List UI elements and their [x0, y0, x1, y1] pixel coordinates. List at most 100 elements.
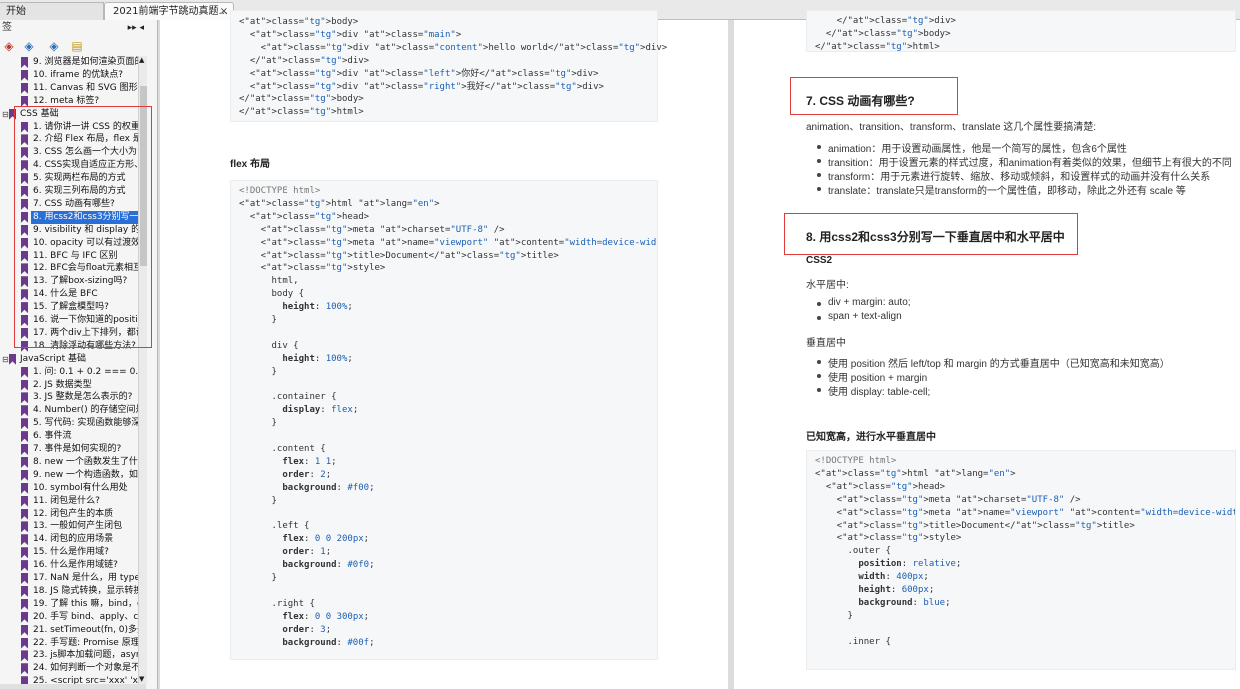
code-line: height: 100%; — [282, 353, 353, 364]
bookmark-label: 21. setTimeout(fn, 0)多久 — [33, 624, 146, 635]
bookmark-item[interactable]: 4. Number() 的存储空间是 — [0, 404, 146, 417]
bookmark-label: 5. 写代码: 实现函数能够深 — [33, 418, 141, 429]
bookmark-page-icon[interactable]: ▤ — [70, 39, 84, 53]
bookmark-icon — [21, 585, 28, 597]
collapse-toggle-icon[interactable]: ⊟ — [2, 353, 9, 366]
code-line: </"at">class="tg">body> — [815, 28, 951, 39]
bookmark-item[interactable]: 12. 闭包产生的本质 — [0, 508, 146, 521]
bookmark-label: 4. Number() 的存储空间是 — [33, 405, 145, 416]
code-line: width: 400px; — [858, 572, 929, 583]
code-line: </"at">class="tg">html> — [239, 107, 364, 118]
code-line: background: #00f; — [282, 637, 375, 648]
code-line: </"at">class="tg">html> — [815, 41, 940, 52]
bookmark-label: 10. symbol有什么用处 — [33, 482, 128, 493]
bookmark-item[interactable]: 10. symbol有什么用处 — [0, 482, 146, 495]
bookmark-label: 19. 了解 this 嘛，bind，ca — [33, 598, 146, 609]
intro-7: animation、transition、transform、translate… — [806, 122, 1097, 133]
bookmark-label: 11. 闭包是什么? — [33, 495, 100, 506]
code-line: <!DOCTYPE html> — [815, 456, 897, 466]
code-line: <"at">class="tg">style> — [239, 263, 386, 274]
code-line: .right { — [239, 598, 315, 609]
vcenter-label: 垂直居中 — [806, 338, 846, 349]
code-line: <"at">class="tg">title>Document</"at">cl… — [239, 250, 559, 261]
code-line: <"at">class="tg">meta "at">charset="UTF-… — [815, 494, 1081, 505]
tab-home[interactable]: 开始 — [0, 2, 104, 20]
code-line: <"at">class="tg">div "at">class="left">你… — [239, 68, 599, 79]
code-line: <"at">class="tg">title>Document</"at">cl… — [815, 520, 1135, 531]
code-line: <"at">class="tg">meta "at">name="viewpor… — [815, 507, 1235, 518]
bookmark-item[interactable]: 21. setTimeout(fn, 0)多久 — [0, 624, 146, 637]
bookmarks-header: 签 ▸▸ ◂ — [0, 20, 158, 37]
scroll-down-icon[interactable]: ▼ — [139, 675, 144, 684]
bookmarks-toolbar: ◈ ◈ ◈ ▤ — [0, 38, 158, 56]
collapse-toggle-icon[interactable]: ⊟ — [2, 108, 9, 121]
bookmark-icon — [21, 573, 28, 584]
scroll-up-icon[interactable]: ▲ — [139, 56, 144, 65]
code-line: div { — [239, 340, 299, 351]
bookmark-icon — [21, 366, 28, 378]
code-line: <"at">class="tg">html "at">lang="en"> — [815, 468, 1016, 479]
bookmark-item[interactable]: 24. 如何判断一个对象是不 — [0, 662, 146, 675]
code-line: } — [239, 315, 277, 325]
bookmark-item[interactable]: 17. NaN 是什么，用 typeo — [0, 572, 146, 585]
bookmark-label: 1. 问: 0.1 + 0.2 === 0.3 — [33, 366, 144, 377]
bookmark-item[interactable]: 5. 写代码: 实现函数能够深 — [0, 417, 146, 430]
bookmark-item[interactable]: 23. js脚本加载问题，async — [0, 649, 146, 662]
bookmark-item[interactable]: 8. new 一个函数发生了什 — [0, 456, 146, 469]
code-line: <"at">class="tg">div "at">class="right">… — [239, 81, 604, 92]
code-line: <"at">class="tg">style> — [815, 533, 962, 544]
bookmark-item[interactable]: 10. iframe 的优缺点? — [0, 69, 146, 82]
bookmark-item[interactable]: 1. 问: 0.1 + 0.2 === 0.3 — [0, 366, 146, 379]
bookmark-item[interactable]: 14. 闭包的应用场景 — [0, 533, 146, 546]
bookmark-icon — [21, 482, 28, 494]
bookmark-item[interactable]: 11. Canvas 和 SVG 图形的 — [0, 82, 146, 95]
code-line: display: flex; — [282, 405, 359, 416]
bookmark-item[interactable]: 16. 什么是作用域链? — [0, 559, 146, 572]
bookmark-icon — [9, 353, 16, 365]
bookmark-icon — [21, 469, 28, 481]
code-block-center: <!DOCTYPE html> <"at">class="tg">html "at… — [806, 450, 1236, 670]
bookmark-item[interactable]: 3. JS 整数是怎么表示的? — [0, 391, 146, 404]
bookmark-item[interactable]: 13. 一般如何产生闭包 — [0, 520, 146, 533]
bookmark-item[interactable]: 9. 浏览器是如何渲染页面的 — [0, 56, 146, 69]
bookmark-item[interactable]: 9. new 一个构造函数，如 — [0, 469, 146, 482]
tab-document-label: 2021前端字节跳动真题... — [113, 6, 228, 17]
bookmark-label: 10. iframe 的优缺点? — [33, 69, 124, 80]
bookmark-label: 23. js脚本加载问题，async — [33, 650, 146, 661]
bookmark-goto-icon[interactable]: ◈ — [47, 39, 61, 53]
document-page-right: </"at">class="tg">div> </"at">class="tg"… — [734, 10, 1240, 689]
bookmark-item[interactable]: 2. JS 数据类型 — [0, 379, 146, 392]
bookmark-item[interactable]: 22. 手写题: Promise 原理 — [0, 637, 146, 650]
panel-collapse-icon[interactable]: ▸▸ ◂ — [128, 20, 144, 36]
bookmark-icon — [21, 57, 28, 68]
code-line: <"at">class="tg">meta "at">name="viewpor… — [239, 237, 657, 248]
bookmark-item[interactable]: 19. 了解 this 嘛，bind，ca — [0, 598, 146, 611]
code-line: background: #0f0; — [282, 560, 375, 571]
code-line: background: #f00; — [282, 482, 375, 493]
close-icon[interactable]: × — [220, 3, 228, 20]
bookmark-item[interactable]: 18. JS 隐式转换，显示转换 — [0, 585, 146, 598]
bookmark-item[interactable]: 20. 手写 bind、apply、call — [0, 611, 146, 624]
list-item: 使用 position + margin — [814, 369, 927, 384]
bookmark-item[interactable]: 15. 什么是作用域? — [0, 546, 146, 559]
bookmark-expand-icon[interactable]: ◈ — [2, 39, 16, 53]
code-line: height: 600px; — [858, 585, 935, 595]
bookmark-item[interactable]: 6. 事件流 — [0, 430, 146, 443]
bookmark-label: 16. 什么是作用域链? — [33, 560, 118, 571]
bookmark-add-icon[interactable]: ◈ — [22, 39, 36, 53]
code-line: order: 1; — [282, 547, 332, 558]
section-heading-8: 8. 用css2和css3分别写一下垂直居中和水平居中 — [806, 230, 1065, 244]
bookmark-icon — [21, 444, 28, 455]
bookmark-label: 2. JS 数据类型 — [33, 379, 92, 390]
flex-heading: flex 布局 — [230, 159, 271, 170]
horizontal-scrollbar[interactable] — [0, 684, 146, 689]
code-line: order: 3; — [282, 624, 332, 635]
bookmark-item[interactable]: 7. 事件是如何实现的? — [0, 443, 146, 456]
bookmark-item[interactable]: 11. 闭包是什么? — [0, 495, 146, 508]
hcenter-label: 水平居中: — [806, 280, 849, 291]
bookmark-section[interactable]: ⊟ JavaScript 基础 — [0, 353, 146, 366]
bookmark-label: 18. JS 隐式转换，显示转换 — [33, 585, 143, 596]
bookmark-icon — [21, 547, 28, 559]
tab-document[interactable]: 2021前端字节跳动真题... × — [104, 2, 234, 20]
bookmark-label: 24. 如何判断一个对象是不 — [33, 663, 141, 674]
